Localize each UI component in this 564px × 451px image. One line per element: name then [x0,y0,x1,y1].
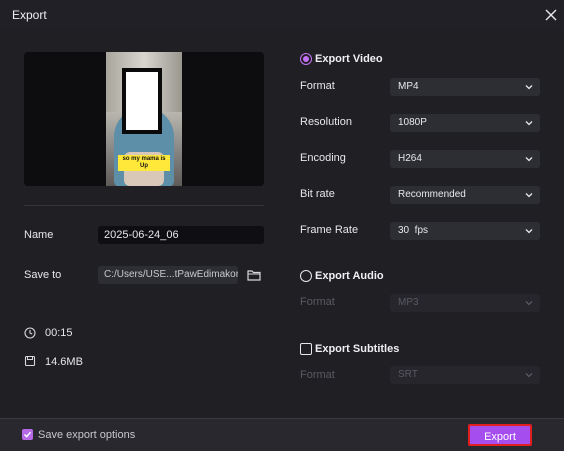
title-bar: Export [0,0,564,30]
encoding-label: Encoding [300,152,346,164]
bitrate-select[interactable]: Recommended [390,186,540,204]
folder-icon[interactable] [247,268,261,282]
checkmark-icon [23,431,32,438]
framerate-label: Frame Rate [300,224,359,236]
file-size-text: 14.6MB [45,356,83,368]
chevron-down-icon [525,301,533,306]
chevron-down-icon [525,85,533,90]
name-input[interactable]: 2025-06-24_06 [98,226,264,244]
encoding-select[interactable]: H264 [390,150,540,168]
bitrate-label: Bit rate [300,188,335,200]
resolution-value: 1080P [398,117,427,128]
clock-icon [24,327,36,339]
chevron-down-icon [525,157,533,162]
resolution-label: Resolution [300,116,352,128]
save-path-field[interactable]: C:/Users/USE...tPawEdimakor [98,266,238,284]
name-label: Name [24,229,54,241]
dialog-title: Export [12,8,47,22]
close-icon [545,9,557,21]
subtitle-format-label: Format [300,369,335,381]
video-preview: so my mama is Up [24,52,264,186]
format-select[interactable]: MP4 [390,78,540,96]
save-to-label: Save to [24,269,62,281]
chevron-down-icon [525,229,533,234]
caption-line-2: Up [140,163,148,169]
preview-frame: so my mama is Up [106,52,182,186]
export-button[interactable]: Export [468,424,532,446]
resolution-select[interactable]: 1080P [390,114,540,132]
export-audio-radio[interactable] [300,270,312,282]
subtitle-format-select[interactable]: SRT [390,366,540,384]
audio-format-value: MP3 [398,297,419,308]
export-subtitles-title: Export Subtitles [315,343,400,355]
audio-format-label: Format [300,296,335,308]
duration-text: 00:15 [45,327,73,339]
export-audio-title: Export Audio [315,270,384,282]
preview-white-box [122,68,162,134]
export-subtitles-checkbox[interactable] [300,343,312,355]
chevron-down-icon [525,121,533,126]
export-video-radio[interactable] [300,53,312,65]
framerate-select[interactable]: 30 fps [390,222,540,240]
subtitle-format-value: SRT [398,369,418,380]
chevron-down-icon [525,373,533,378]
encoding-value: H264 [398,153,422,164]
close-button[interactable] [540,4,562,26]
save-options-label: Save export options [38,429,136,441]
save-options-checkbox[interactable] [22,429,33,440]
framerate-value: 30 fps [398,225,429,236]
caption-line-1: so my mama is [122,156,166,162]
export-video-title: Export Video [315,53,383,65]
format-label: Format [300,80,335,92]
file-size-icon [24,355,36,367]
chevron-down-icon [525,193,533,198]
divider [24,205,264,206]
preview-caption: so my mama is Up [118,155,170,171]
bitrate-value: Recommended [398,189,466,200]
format-value: MP4 [398,81,419,92]
audio-format-select[interactable]: MP3 [390,294,540,312]
